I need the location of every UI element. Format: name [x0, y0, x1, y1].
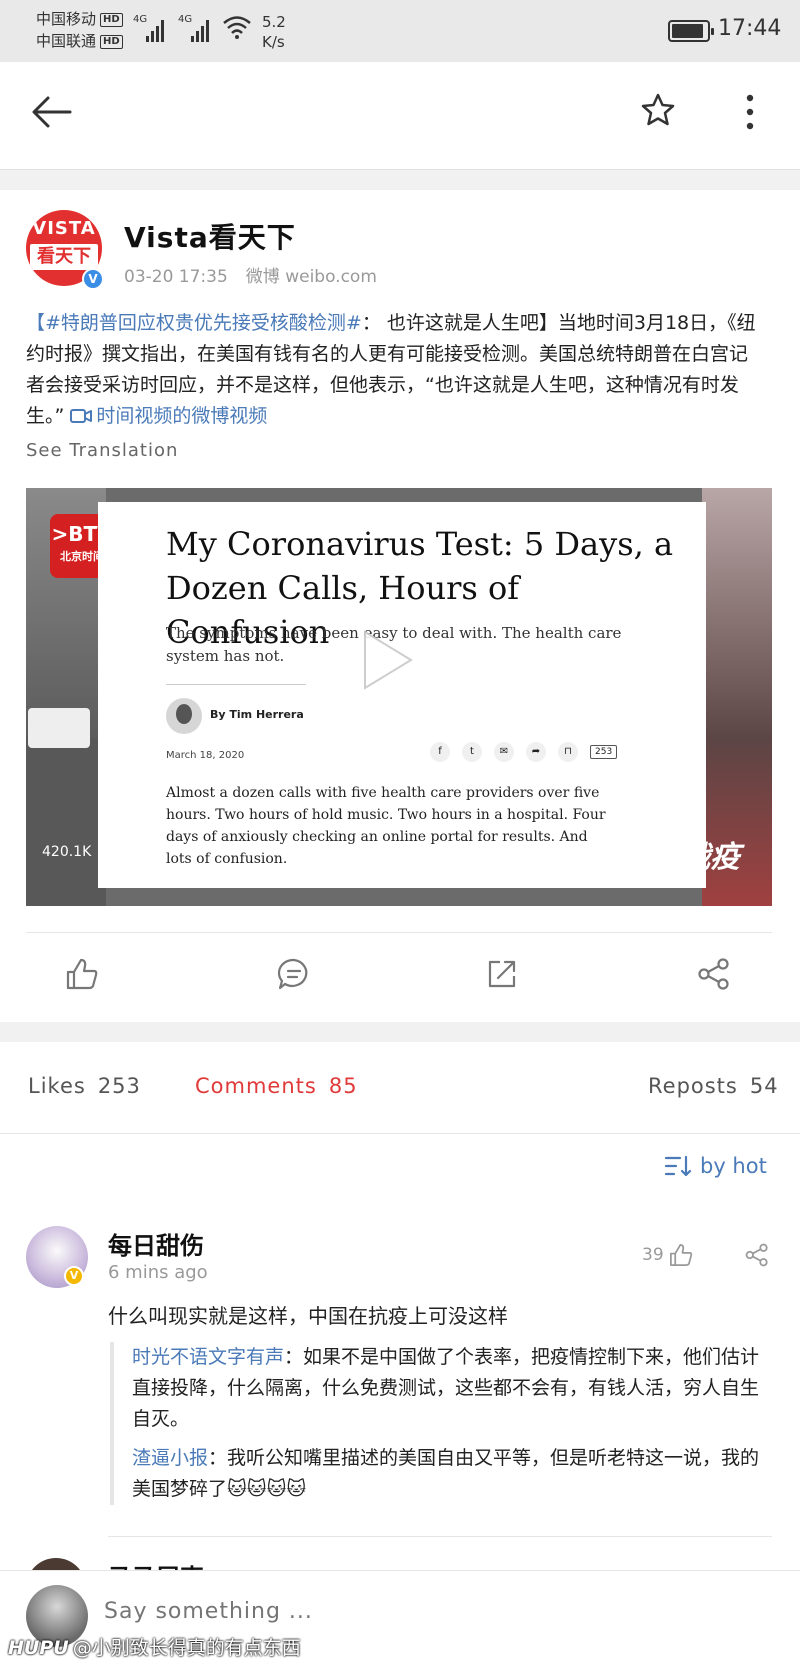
network-type-2: 4G: [178, 14, 193, 25]
top-app-bar: [0, 62, 800, 170]
play-icon[interactable]: [359, 628, 415, 692]
commenter-avatar: [26, 1558, 86, 1570]
carrier-info: 中国移动 HD 中国联通 HD: [36, 8, 123, 52]
hd-badge: HD: [100, 13, 123, 27]
video-camera-icon: [70, 409, 93, 423]
video-background: [26, 738, 106, 906]
post-text: 【#特朗普回应权贵优先接受核酸检测#： 也许这就是人生吧】当地时间3月18日，《…: [26, 308, 766, 432]
article-comment-count: 253: [590, 745, 618, 759]
carrier-2: 中国联通: [36, 32, 97, 50]
clock: 17:44: [718, 16, 782, 41]
hd-badge: HD: [100, 35, 123, 49]
watermark-text: @小别致长得真的有点东西: [72, 1637, 301, 1659]
tab-label: Likes: [28, 1074, 86, 1098]
email-icon: ✉: [494, 742, 514, 762]
bookmark-icon: ⊓: [558, 742, 578, 762]
arrow-left-icon[interactable]: [30, 94, 74, 130]
divider: [26, 932, 772, 933]
tab-count: 54: [749, 1074, 779, 1098]
comment-like-count: 39: [642, 1245, 664, 1265]
sort-label: by hot: [700, 1154, 767, 1178]
forward-icon[interactable]: [484, 956, 520, 992]
tab-label: Reposts: [648, 1074, 738, 1098]
avatar-logo-text: VISTA: [32, 218, 96, 239]
comment-input-bar: HUPU@小别致长得真的有点东西: [0, 1570, 800, 1662]
share-icon[interactable]: [744, 1242, 770, 1268]
next-comment-peek: 马马尾声: [0, 1548, 800, 1570]
article-byline: By Tim Herrera: [210, 708, 304, 721]
author-name[interactable]: Vista看天下: [124, 216, 296, 256]
more-vertical-icon[interactable]: [740, 92, 760, 132]
video-link[interactable]: 时间视频的微博视频: [96, 405, 267, 427]
post-source: 微博 weibo.com: [245, 267, 377, 287]
tab-comments[interactable]: Comments 85: [195, 1074, 358, 1098]
network-type-1: 4G: [133, 14, 148, 25]
sort-icon: [664, 1155, 692, 1177]
wifi-icon: [223, 16, 251, 39]
reply-item[interactable]: 时光不语文字有声：如果不是中国做了个表率，把疫情控制下来，他们估计直接投降，什么…: [132, 1342, 770, 1435]
section-divider: [0, 170, 800, 190]
tab-label: Comments: [195, 1074, 317, 1098]
engagement-tabs: Likes 253 Comments 85 Reposts 54: [0, 1042, 800, 1134]
signal-icon: [146, 16, 164, 42]
comment-input[interactable]: [104, 1599, 704, 1624]
video-stamp: 战疫: [680, 840, 740, 875]
like-icon: [669, 1244, 692, 1266]
comment-icon[interactable]: [276, 956, 312, 992]
watermark: HUPU @小别致长得真的有点东西: [8, 1633, 301, 1660]
tab-likes[interactable]: Likes 253: [28, 1074, 141, 1098]
share-icon[interactable]: [696, 956, 732, 992]
sort-button[interactable]: by hot: [664, 1154, 767, 1178]
reply-thread[interactable]: 时光不语文字有声：如果不是中国做了个表率，把疫情控制下来，他们估计直接投降，什么…: [110, 1342, 770, 1505]
video-background: [28, 708, 90, 748]
facebook-icon: f: [430, 742, 450, 762]
star-icon[interactable]: [640, 92, 676, 128]
commenter-name[interactable]: 每日甜伤: [108, 1226, 204, 1261]
status-bar: 中国移动 HD 中国联通 HD 4G 4G 5.2 K/s 17:44: [0, 0, 800, 62]
article-share-row: f t ✉ ➦ ⊓ 253: [430, 742, 618, 762]
commenter-name: 马马尾声: [108, 1558, 204, 1570]
tab-reposts[interactable]: Reposts 54: [648, 1074, 779, 1098]
avatar-logo-text: 看天下: [30, 244, 98, 270]
post-timestamp: 03-20 17:35: [124, 267, 228, 287]
video-view-count: 420.1K: [42, 844, 92, 860]
reply-username[interactable]: 时光不语文字有声: [132, 1346, 284, 1368]
article-subtitle: The symptoms have been easy to deal with…: [166, 624, 622, 665]
forward-icon: ➦: [526, 742, 546, 762]
article-date: March 18, 2020: [166, 750, 245, 761]
twitter-icon: t: [462, 742, 482, 762]
see-translation-link[interactable]: See Translation: [26, 440, 178, 461]
article-screenshot: My Coronavirus Test: 5 Days, a Dozen Cal…: [98, 502, 706, 888]
divider: [108, 1536, 772, 1537]
video-player[interactable]: >BTV 北京时间 My Coronavirus Test: 5 Days, a…: [26, 488, 772, 906]
like-icon[interactable]: [64, 956, 100, 992]
tab-count: 85: [328, 1074, 358, 1098]
comment-like-button[interactable]: 39: [642, 1242, 694, 1268]
tab-count: 253: [97, 1074, 141, 1098]
battery-icon: [668, 20, 714, 42]
carrier-1: 中国移动: [36, 10, 97, 28]
verified-badge-icon: V: [64, 1266, 84, 1286]
reply-username[interactable]: 渣逼小报: [132, 1447, 208, 1469]
article-body: Almost a dozen calls with five health ca…: [166, 785, 606, 867]
article-author-photo: [166, 698, 202, 734]
verified-badge-icon: V: [82, 268, 104, 290]
watermark-brand: HUPU: [8, 1637, 69, 1659]
post-meta: 03-20 17:35 微博 weibo.com: [124, 262, 377, 287]
reply-text: ：我听公知嘴里描述的美国自由又平等，但是听老特这一说，我的美国梦碎了🐱🐱🐱🐱: [132, 1447, 760, 1500]
post-action-bar: [0, 948, 800, 1008]
section-divider: [0, 1022, 800, 1042]
article-divider: [166, 684, 306, 685]
hashtag-link[interactable]: 【#特朗普回应权贵优先接受核酸检测#: [26, 312, 362, 334]
comment-text: 什么叫现实就是这样，中国在抗疫上可没这样: [108, 1304, 508, 1328]
network-speed: 5.2 K/s: [262, 13, 286, 51]
signal-icon: [191, 16, 209, 42]
reply-item[interactable]: 渣逼小报：我听公知嘴里描述的美国自由又平等，但是听老特这一说，我的美国梦碎了🐱🐱…: [132, 1443, 770, 1505]
comment-time: 6 mins ago: [108, 1262, 208, 1283]
